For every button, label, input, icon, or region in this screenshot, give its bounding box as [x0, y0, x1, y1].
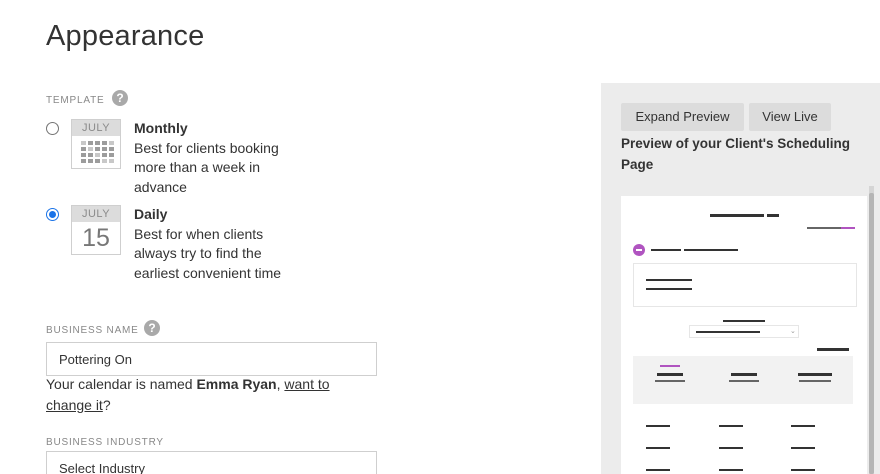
scheduling-page-thumbnail[interactable]: ⌄	[621, 196, 867, 474]
preview-caption: Preview of your Client's Scheduling Page	[621, 136, 851, 172]
thumb-text-line	[696, 331, 760, 333]
thumb-slot-line	[719, 425, 743, 427]
thumb-slot-line	[791, 447, 815, 449]
preview-panel: Expand Preview View Live Preview of your…	[601, 83, 880, 474]
calendar-name-note: Your calendar is named Emma Ryan, want t…	[46, 374, 366, 416]
template-option-daily[interactable]: JULY 15 Daily Best for when clients alwa…	[46, 205, 346, 285]
business-industry-label: BUSINESS INDUSTRY	[46, 437, 164, 448]
thumb-text-line	[684, 249, 738, 251]
thumb-text-line	[646, 279, 692, 281]
thumb-text-line	[798, 373, 832, 376]
template-help-icon[interactable]: ?	[112, 90, 128, 106]
template-daily-description: Best for when clients always try to find…	[134, 225, 282, 281]
thumb-slot-line	[719, 469, 743, 471]
calendar-note-suffix: ?	[102, 397, 111, 413]
thumb-header-accent	[841, 227, 855, 229]
monthly-radio[interactable]	[46, 122, 59, 135]
thumb-text-line	[731, 373, 757, 376]
thumb-select-box: ⌄	[689, 325, 799, 338]
thumb-day-row	[633, 356, 853, 404]
thumb-slot-line	[646, 469, 670, 471]
business-name-help-icon[interactable]: ?	[144, 320, 160, 336]
calendar-grid-icon: JULY	[71, 119, 121, 169]
calendar-month-label: JULY	[72, 206, 120, 222]
thumb-title-line	[767, 214, 779, 217]
calendar-month-label: JULY	[72, 120, 120, 136]
thumb-accent-line	[660, 365, 680, 367]
template-monthly-description: Best for clients booking more than a wee…	[134, 139, 279, 195]
calendar-owner-name: Emma Ryan	[196, 376, 277, 392]
thumb-chevron-down-icon: ⌄	[790, 328, 796, 335]
daily-radio[interactable]	[46, 208, 59, 221]
thumb-text-line	[655, 380, 685, 382]
thumb-text-line	[729, 380, 759, 382]
thumb-text-line	[657, 373, 683, 376]
thumb-text-line	[651, 249, 681, 251]
calendar-day-icon: JULY 15	[71, 205, 121, 255]
thumb-title-line	[710, 214, 764, 217]
business-name-label: BUSINESS NAME	[46, 325, 139, 336]
calendar-note-prefix: Your calendar is named	[46, 376, 197, 392]
thumb-header-line	[807, 227, 841, 229]
thumb-slot-line	[791, 469, 815, 471]
thumb-slot-line	[791, 425, 815, 427]
template-option-monthly[interactable]: JULY Monthly Best for clients booking mo…	[46, 119, 346, 199]
business-name-input[interactable]: Pottering On	[46, 342, 377, 376]
preview-scrollbar-thumb[interactable]	[869, 193, 874, 474]
template-daily-title: Daily	[134, 206, 168, 222]
view-live-button[interactable]: View Live	[749, 103, 831, 131]
template-monthly-title: Monthly	[134, 120, 188, 136]
thumb-text-line	[799, 380, 831, 382]
thumb-slot-line	[646, 425, 670, 427]
thumb-slot-line	[719, 447, 743, 449]
expand-preview-button[interactable]: Expand Preview	[621, 103, 744, 131]
page-title: Appearance	[46, 20, 205, 52]
template-section-label: TEMPLATE	[46, 95, 105, 106]
thumb-accent-dot-icon	[633, 244, 645, 256]
calendar-day-number: 15	[82, 224, 110, 252]
business-industry-select[interactable]: Select Industry	[46, 451, 377, 474]
thumb-text-line	[646, 288, 692, 290]
thumb-info-box	[633, 263, 857, 307]
thumb-slot-line	[646, 447, 670, 449]
thumb-text-line	[723, 320, 765, 322]
thumb-text-line	[817, 348, 849, 351]
